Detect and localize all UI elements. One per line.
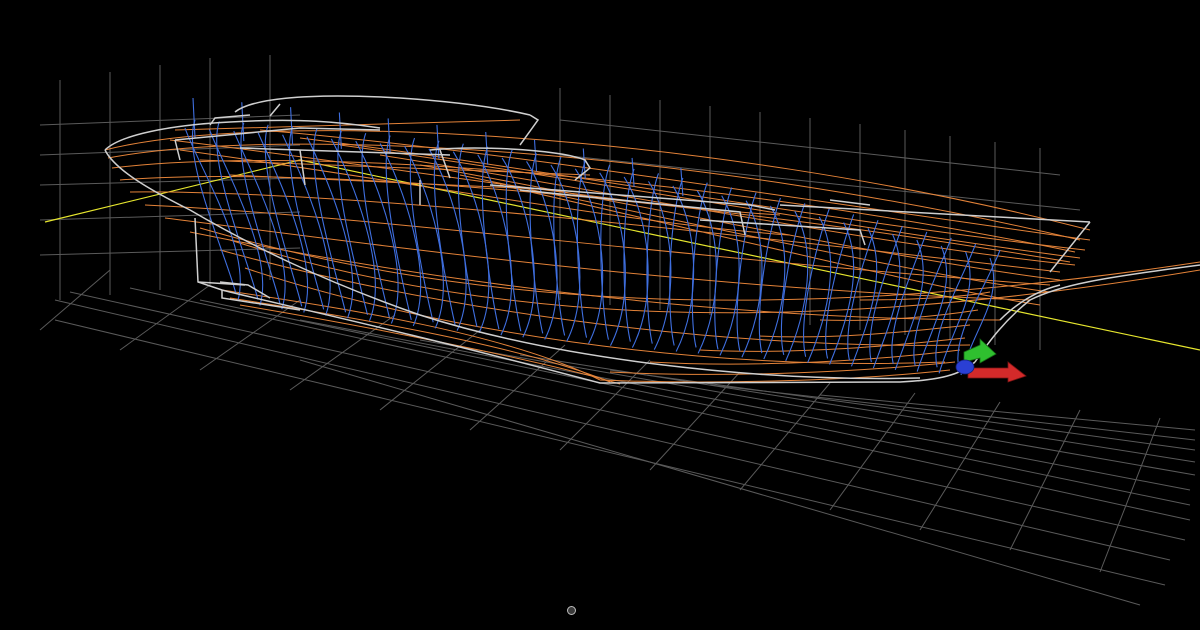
- station-section: [803, 208, 832, 363]
- profile-outline: [104, 95, 1200, 384]
- station-section: [646, 173, 672, 350]
- 3d-viewport[interactable]: [0, 0, 1200, 630]
- station-section: [599, 164, 626, 346]
- deckhouse-frame: [290, 107, 294, 145]
- station-section: [574, 160, 604, 344]
- station-section: [891, 231, 928, 371]
- hull-wireframe-scene[interactable]: [0, 0, 1200, 630]
- deckhouse-frame: [192, 97, 196, 139]
- station-section: [669, 177, 695, 352]
- orbit-dot-icon[interactable]: [567, 606, 576, 615]
